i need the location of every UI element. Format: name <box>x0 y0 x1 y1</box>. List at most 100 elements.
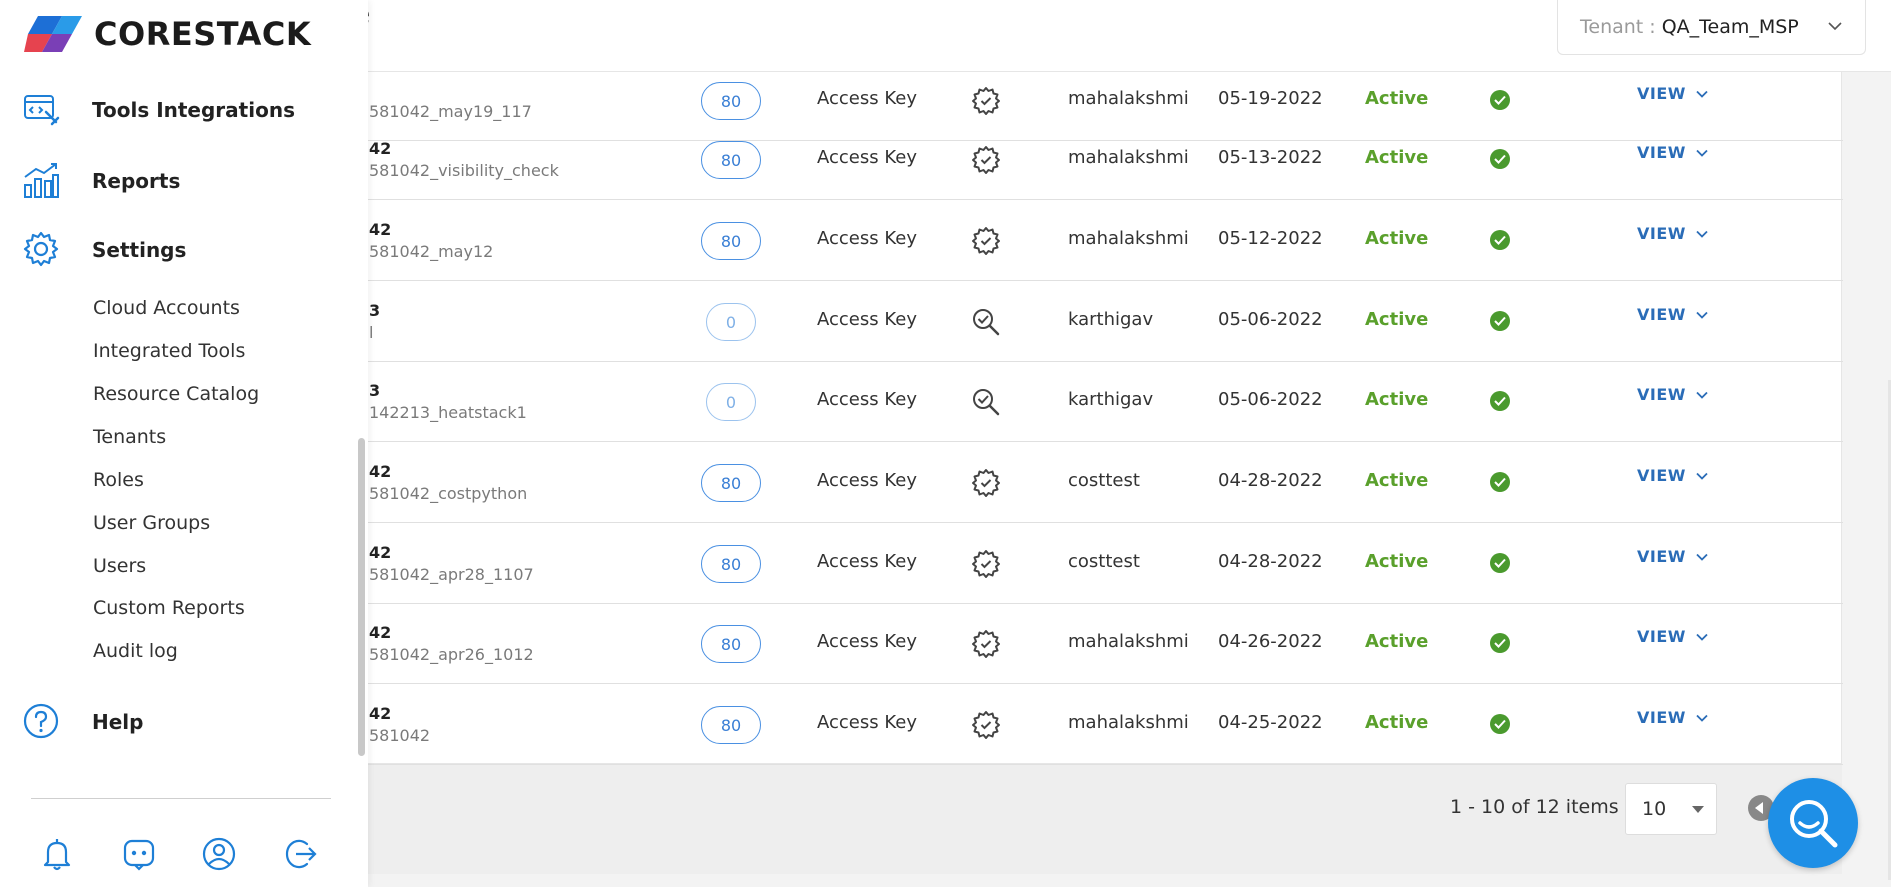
sidebar-item-user-groups[interactable]: User Groups <box>93 512 210 534</box>
account-id: l <box>369 323 374 342</box>
account-id: 581042_costpython <box>369 484 528 503</box>
nav-label: Settings <box>92 238 187 262</box>
created-by: mahalakshmi <box>1068 88 1189 109</box>
sidebar-item-custom-reports[interactable]: Custom Reports <box>93 597 245 619</box>
logout-icon[interactable] <box>283 836 319 872</box>
tenant-value: QA_Team_MSP <box>1661 16 1799 38</box>
chevron-down-icon <box>1696 311 1708 319</box>
sidebar-item-integrated-tools[interactable]: Integrated Tools <box>93 340 245 362</box>
auth-type: Access Key <box>817 147 917 168</box>
view-button[interactable]: VIEW <box>1637 224 1708 243</box>
chat-bot-icon[interactable] <box>121 836 157 872</box>
created-by: mahalakshmi <box>1068 712 1189 733</box>
account-name: 42 <box>369 543 392 562</box>
account-name: 42 <box>369 462 392 481</box>
auth-type: Access Key <box>817 631 917 652</box>
score-badge[interactable]: 0 <box>706 303 756 341</box>
view-button[interactable]: VIEW <box>1637 385 1708 404</box>
view-button[interactable]: VIEW <box>1637 466 1708 485</box>
sidebar-item-tenants[interactable]: Tenants <box>93 426 166 448</box>
settings-check-icon <box>971 226 1001 256</box>
settings-check-icon <box>971 549 1001 579</box>
sidebar-scrollbar[interactable] <box>358 438 365 756</box>
created-date: 05-06-2022 <box>1218 309 1323 330</box>
score-badge[interactable]: 80 <box>701 222 761 260</box>
created-date: 04-28-2022 <box>1218 470 1323 491</box>
nav-label: Tools Integrations <box>92 98 295 122</box>
view-button[interactable]: VIEW <box>1637 708 1708 727</box>
chevron-down-icon <box>1696 553 1708 561</box>
auth-type: Access Key <box>817 470 917 491</box>
tenant-select[interactable]: Tenant : QA_Team_MSP <box>1557 0 1866 55</box>
view-button[interactable]: VIEW <box>1637 547 1708 566</box>
created-by: mahalakshmi <box>1068 228 1189 249</box>
sidebar-item-users[interactable]: Users <box>93 555 146 577</box>
created-by: mahalakshmi <box>1068 631 1189 652</box>
chevron-down-icon <box>1828 22 1842 31</box>
check-circle-icon <box>1490 553 1510 573</box>
settings-check-icon <box>971 86 1001 116</box>
table-row: 3 l 0 Access Key karthigav 05-06-2022 Active VI… <box>351 281 1843 362</box>
chevron-down-icon <box>1696 714 1708 722</box>
account-name: 42 <box>369 139 392 158</box>
account-id: 581042_apr28_1107 <box>369 565 534 584</box>
score-badge[interactable]: 80 <box>701 141 761 179</box>
check-circle-icon <box>1490 149 1510 169</box>
score-badge[interactable]: 0 <box>706 383 756 421</box>
reports-chart-icon <box>24 163 59 198</box>
check-circle-icon <box>1490 230 1510 250</box>
check-circle-icon <box>1490 90 1510 110</box>
table-row: 42 581042_apr28_1107 80 Access Key costtest 0… <box>351 523 1843 604</box>
view-label: VIEW <box>1637 385 1686 404</box>
table-row: 42 581042_costpython 80 Access Key costtest 0… <box>351 442 1843 523</box>
view-button[interactable]: VIEW <box>1637 84 1708 103</box>
score-badge[interactable]: 80 <box>701 706 761 744</box>
bell-icon[interactable] <box>39 836 75 872</box>
account-id: 581042_may12 <box>369 242 494 261</box>
settings-check-icon <box>971 145 1001 175</box>
table-row: 42 581042_may12 80 Access Key mahalakshmi 05-… <box>351 200 1843 281</box>
table-row: 42 581042 80 Access Key mahalakshmi 04-25-202… <box>351 684 1843 765</box>
created-by: mahalakshmi <box>1068 147 1189 168</box>
chevron-down-icon <box>1696 391 1708 399</box>
corestack-logo[interactable]: CORESTACK <box>24 14 311 54</box>
view-button[interactable]: VIEW <box>1637 305 1708 324</box>
sidebar-item-cloud-accounts[interactable]: Cloud Accounts <box>93 297 240 319</box>
nav-label: Reports <box>92 169 181 193</box>
check-circle-icon <box>1490 714 1510 734</box>
sidebar-item-roles[interactable]: Roles <box>93 469 144 491</box>
nav-reports[interactable]: Reports <box>0 155 368 205</box>
auth-type: Access Key <box>817 389 917 410</box>
score-badge[interactable]: 80 <box>701 464 761 502</box>
caret-down-icon <box>1692 806 1704 813</box>
tenant-label: Tenant : <box>1580 16 1656 38</box>
view-button[interactable]: VIEW <box>1637 143 1708 162</box>
view-label: VIEW <box>1637 224 1686 243</box>
score-badge[interactable]: 80 <box>701 545 761 583</box>
user-profile-icon[interactable] <box>201 836 237 872</box>
sidebar-item-resource-catalog[interactable]: Resource Catalog <box>93 383 259 405</box>
status-badge: Active <box>1365 309 1429 330</box>
nav-tools-integrations[interactable]: Tools Integrations <box>0 84 368 134</box>
view-label: VIEW <box>1637 143 1686 162</box>
page-size-select[interactable]: 10 <box>1625 783 1717 835</box>
status-badge: Active <box>1365 631 1429 652</box>
auth-type: Access Key <box>817 309 917 330</box>
score-badge[interactable]: 80 <box>701 625 761 663</box>
search-fab-button[interactable] <box>1768 778 1858 868</box>
status-badge: Active <box>1365 228 1429 249</box>
view-label: VIEW <box>1637 627 1686 646</box>
sidebar-item-audit-log[interactable]: Audit log <box>93 640 178 662</box>
account-name: 42 <box>369 220 392 239</box>
auth-type: Access Key <box>817 551 917 572</box>
nav-help[interactable]: Help <box>0 696 368 746</box>
sidebar-divider <box>31 798 331 799</box>
table-row: 42 581042_visibility_check 80 Access Key mah… <box>351 119 1843 200</box>
nav-settings[interactable]: Settings <box>0 224 368 274</box>
account-name: 42 <box>369 623 392 642</box>
score-badge[interactable]: 80 <box>701 82 761 120</box>
view-button[interactable]: VIEW <box>1637 627 1708 646</box>
status-badge: Active <box>1365 712 1429 733</box>
created-date: 04-28-2022 <box>1218 551 1323 572</box>
created-by: costtest <box>1068 551 1140 572</box>
